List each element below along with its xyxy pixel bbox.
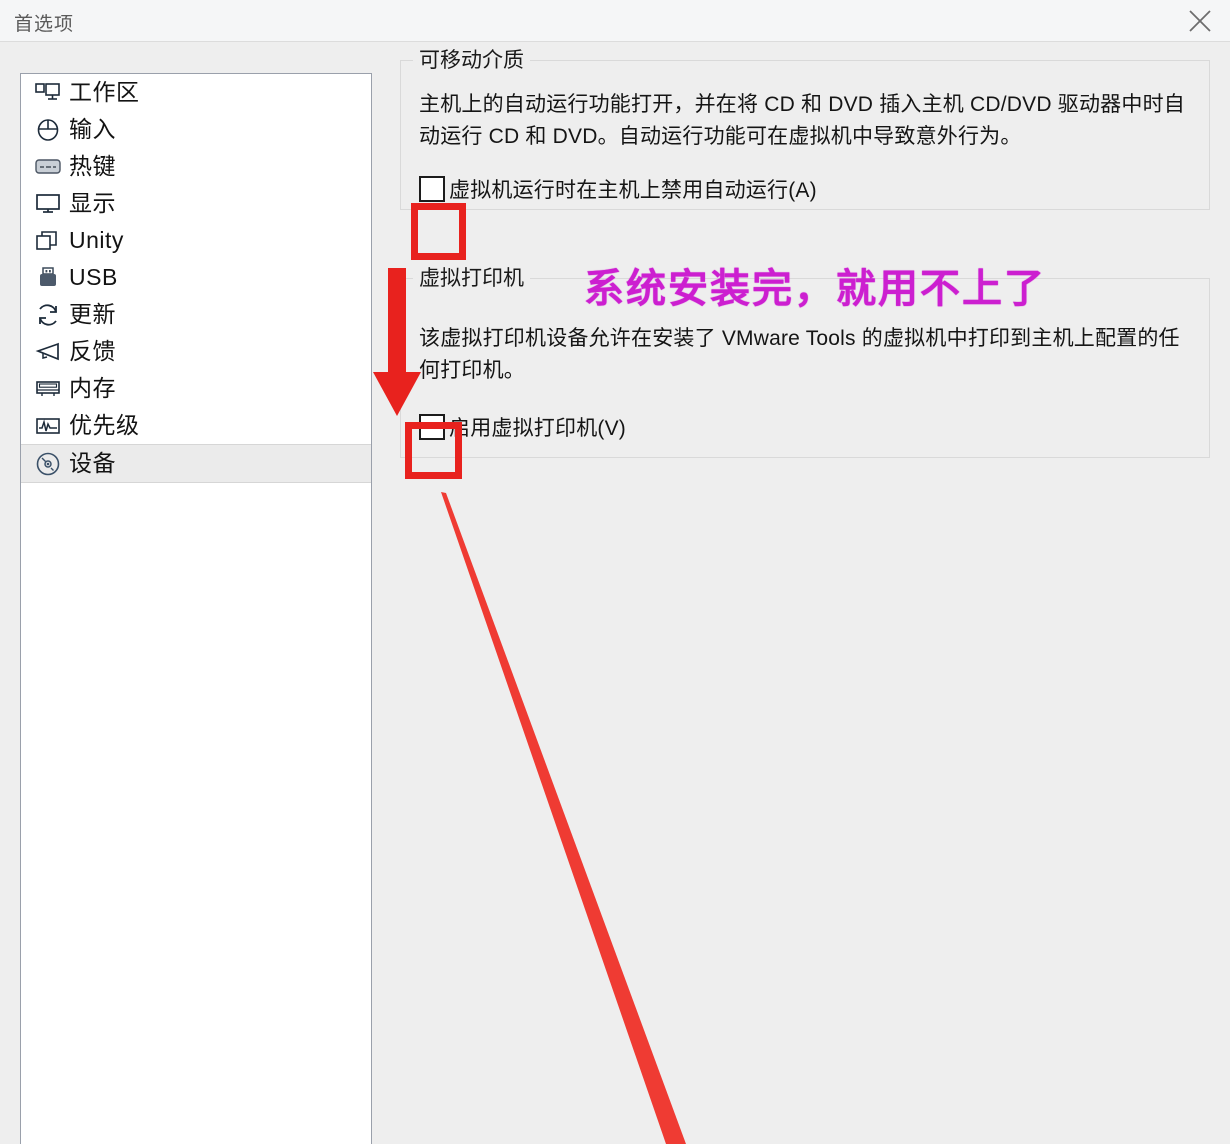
- disc-icon: [33, 450, 63, 478]
- sidebar-item-label: 显示: [69, 190, 116, 216]
- sidebar-item-label: 工作区: [69, 79, 140, 105]
- devices-settings-panel: 可移动介质 主机上的自动运行功能打开，并在将 CD 和 DVD 插入主机 CD/…: [400, 47, 1210, 458]
- sidebar-item-label: 热键: [69, 153, 116, 179]
- sidebar-item-input[interactable]: 输入: [21, 111, 371, 148]
- sidebar-item-unity[interactable]: Unity: [21, 222, 371, 259]
- group-body: 主机上的自动运行功能打开，并在将 CD 和 DVD 插入主机 CD/DVD 驱动…: [401, 61, 1209, 220]
- settings-sidebar[interactable]: 工作区 输入 热键 显示 Unity USB 更新 反馈 内存 优先级 设备: [20, 73, 372, 1144]
- removable-media-description: 主机上的自动运行功能打开，并在将 CD 和 DVD 插入主机 CD/DVD 驱动…: [419, 93, 1185, 148]
- window-title: 首选项: [14, 14, 75, 35]
- virtual-printer-group: 虚拟打印机 该虚拟打印机设备允许在安装了 VMware Tools 的虚拟机中打…: [400, 265, 1210, 458]
- mouse-icon: [33, 116, 63, 144]
- usb-stick-icon: [33, 264, 63, 292]
- disable-autorun-label: 虚拟机运行时在主机上禁用自动运行(A): [449, 179, 817, 202]
- sidebar-item-label: 优先级: [69, 412, 140, 438]
- sidebar-item-updates[interactable]: 更新: [21, 296, 371, 333]
- group-legend: 可移动介质: [413, 47, 530, 75]
- sidebar-item-usb[interactable]: USB: [21, 259, 371, 296]
- keyboard-key-icon: [33, 153, 63, 181]
- megaphone-icon: [33, 338, 63, 366]
- sidebar-item-display[interactable]: 显示: [21, 185, 371, 222]
- close-icon: [1187, 8, 1213, 34]
- sidebar-item-label: 设备: [69, 450, 116, 476]
- refresh-icon: [33, 301, 63, 329]
- enable-virtual-printer-checkbox-row[interactable]: 启用虚拟打印机(V): [419, 412, 1191, 442]
- sidebar-item-label: USB: [69, 264, 118, 290]
- waveform-chart-icon: [33, 412, 63, 440]
- enable-virtual-printer-label: 启用虚拟打印机(V): [449, 417, 626, 440]
- monitor-icon: [33, 190, 63, 218]
- sidebar-item-label: 更新: [69, 301, 116, 327]
- sidebar-item-label: Unity: [69, 227, 124, 253]
- sidebar-item-label: 反馈: [69, 338, 116, 364]
- group-legend: 虚拟打印机: [413, 265, 530, 293]
- sidebar-item-devices[interactable]: 设备: [21, 444, 371, 483]
- removable-media-group: 可移动介质 主机上的自动运行功能打开，并在将 CD 和 DVD 插入主机 CD/…: [400, 47, 1210, 210]
- sidebar-item-label: 内存: [69, 375, 116, 401]
- sidebar-item-feedback[interactable]: 反馈: [21, 333, 371, 370]
- close-button[interactable]: [1178, 2, 1222, 40]
- memory-module-icon: [33, 375, 63, 403]
- windows-overlap-icon: [33, 227, 63, 255]
- sidebar-item-hotkeys[interactable]: 热键: [21, 148, 371, 185]
- red-diagonal-stroke: [441, 492, 686, 1144]
- window-title-bar: 首选项: [0, 0, 1230, 42]
- disable-autorun-checkbox-row[interactable]: 虚拟机运行时在主机上禁用自动运行(A): [419, 174, 1191, 204]
- workspace-icon: [33, 79, 63, 107]
- virtual-printer-description: 该虚拟打印机设备允许在安装了 VMware Tools 的虚拟机中打印到主机上配…: [419, 327, 1180, 382]
- sidebar-item-workspace[interactable]: 工作区: [21, 74, 371, 111]
- sidebar-item-priority[interactable]: 优先级: [21, 407, 371, 444]
- group-body: 该虚拟打印机设备允许在安装了 VMware Tools 的虚拟机中打印到主机上配…: [401, 279, 1209, 458]
- enable-virtual-printer-checkbox[interactable]: [419, 414, 445, 440]
- disable-autorun-checkbox[interactable]: [419, 176, 445, 202]
- sidebar-item-label: 输入: [69, 116, 116, 142]
- sidebar-item-memory[interactable]: 内存: [21, 370, 371, 407]
